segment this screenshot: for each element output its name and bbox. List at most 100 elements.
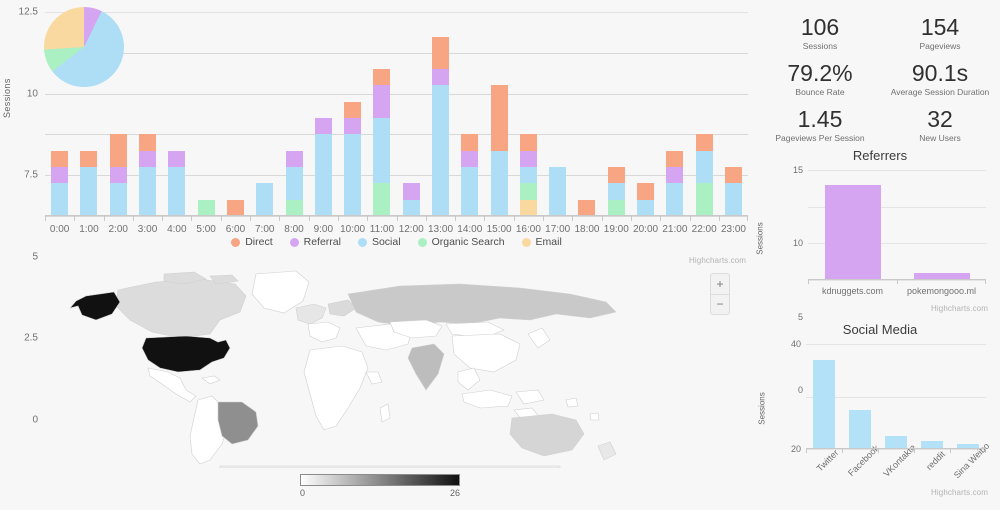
stacked-bar[interactable] <box>724 167 742 216</box>
bar[interactable] <box>813 359 835 449</box>
bar-segment-direct[interactable] <box>607 167 625 184</box>
bar-segment-social[interactable] <box>637 199 655 216</box>
highcharts-credit-social[interactable]: Highcharts.com <box>931 488 988 497</box>
map-zoom-controls[interactable]: + − <box>710 273 730 315</box>
bar-segment-social[interactable] <box>344 134 362 216</box>
map-zoom-in-button[interactable]: + <box>711 274 729 295</box>
bar-segment-social[interactable] <box>51 183 69 216</box>
sessions-by-hour-plot: 0 2.5 5 7.5 10 12.5 0:00 1:00 2:00 3:00 4:00 5:00 6… <box>19 7 749 426</box>
legend-item-email[interactable]: Email <box>521 236 562 248</box>
bar-segment-organic-search[interactable] <box>695 183 713 216</box>
bar-segment-social[interactable] <box>461 167 479 216</box>
world-map[interactable] <box>60 268 700 468</box>
bar-segment-social[interactable] <box>724 183 742 216</box>
stacked-bar[interactable] <box>695 134 713 216</box>
bar-slot: 21:00 <box>660 12 689 235</box>
bar-segment-direct[interactable] <box>578 199 596 216</box>
bar-segment-referral[interactable] <box>285 150 303 168</box>
bar-segment-organic-search[interactable] <box>285 199 303 216</box>
bar-segment-social[interactable] <box>139 167 157 216</box>
bar-segment-social[interactable] <box>432 85 449 216</box>
bar-segment-referral[interactable] <box>51 167 69 184</box>
bar-slot: 7:00 <box>250 12 279 235</box>
bar-segment-direct[interactable] <box>490 85 508 151</box>
bar-slot: 20:00 <box>630 12 660 235</box>
stacked-bar[interactable] <box>256 183 274 216</box>
bar-segment-organic-search[interactable] <box>197 199 215 216</box>
bar-segment-direct[interactable] <box>344 101 362 119</box>
bar-segment-direct[interactable] <box>139 134 157 151</box>
bar-segment-direct[interactable] <box>51 150 69 168</box>
stacked-bar[interactable] <box>519 134 537 216</box>
bar-segment-social[interactable] <box>607 183 625 200</box>
legend-item-referral[interactable]: Referral <box>289 236 341 248</box>
stacked-bar[interactable] <box>666 150 684 216</box>
bar-segment-referral[interactable] <box>461 150 479 168</box>
stacked-bar[interactable] <box>637 183 655 216</box>
legend-item-organic-search[interactable]: Organic Search <box>417 236 505 248</box>
bar-segment-direct[interactable] <box>461 134 479 151</box>
bar-segment-social[interactable] <box>80 167 98 216</box>
bar-segment-social[interactable] <box>402 199 420 216</box>
bar-segment-referral[interactable] <box>519 150 537 168</box>
stacked-bar[interactable] <box>314 118 332 216</box>
stacked-bar[interactable] <box>51 150 69 216</box>
stacked-bar[interactable] <box>607 167 625 216</box>
bar[interactable] <box>824 184 881 280</box>
bar-segment-direct[interactable] <box>637 183 655 200</box>
stacked-bar[interactable] <box>432 36 449 216</box>
bar-segment-referral[interactable] <box>666 167 684 184</box>
bar-segment-social[interactable] <box>519 167 537 184</box>
stacked-bar[interactable] <box>490 85 508 216</box>
bar-segment-referral[interactable] <box>314 118 332 135</box>
bar-segment-referral[interactable] <box>109 167 127 184</box>
stacked-bar[interactable] <box>549 167 567 216</box>
sessions-by-hour-x-axis <box>45 215 748 216</box>
stacked-bar[interactable] <box>139 134 157 216</box>
stacked-bar[interactable] <box>226 199 244 216</box>
stacked-bar[interactable] <box>578 199 596 216</box>
stacked-bar[interactable] <box>373 69 391 216</box>
bar-segment-social[interactable] <box>285 167 303 200</box>
bar-segment-direct[interactable] <box>519 134 537 151</box>
legend-item-direct[interactable]: Direct <box>231 236 273 248</box>
bar-segment-direct[interactable] <box>373 69 391 86</box>
bar-segment-direct[interactable] <box>695 134 713 151</box>
bar-segment-social[interactable] <box>666 183 684 216</box>
stacked-bar[interactable] <box>285 150 303 216</box>
bar-segment-direct[interactable] <box>666 150 684 168</box>
bar-segment-social[interactable] <box>549 167 567 216</box>
bar-segment-social[interactable] <box>109 183 127 216</box>
stacked-bar[interactable] <box>109 134 127 216</box>
bar-segment-direct[interactable] <box>432 36 449 70</box>
bar[interactable] <box>849 409 871 449</box>
bar-segment-referral[interactable] <box>168 150 186 168</box>
bar-segment-referral[interactable] <box>432 69 449 86</box>
bar-segment-social[interactable] <box>256 183 274 216</box>
bar-segment-direct[interactable] <box>226 199 244 216</box>
bar-segment-referral[interactable] <box>373 85 391 119</box>
stacked-bar[interactable] <box>168 150 186 216</box>
map-zoom-out-button[interactable]: − <box>711 295 729 315</box>
bar-segment-email[interactable] <box>519 199 537 216</box>
bar-segment-organic-search[interactable] <box>607 199 625 216</box>
bar-segment-social[interactable] <box>490 150 508 216</box>
bar-segment-social[interactable] <box>168 167 186 216</box>
bar-segment-direct[interactable] <box>724 167 742 184</box>
legend-item-social[interactable]: Social <box>357 236 401 248</box>
stacked-bar[interactable] <box>461 134 479 216</box>
stacked-bar[interactable] <box>80 150 98 216</box>
bar-segment-organic-search[interactable] <box>519 183 537 200</box>
bar-segment-social[interactable] <box>695 150 713 184</box>
bar-segment-social[interactable] <box>314 134 332 216</box>
stacked-bar[interactable] <box>402 183 420 216</box>
stacked-bar[interactable] <box>197 199 215 216</box>
bar-segment-direct[interactable] <box>80 150 98 168</box>
bar-segment-referral[interactable] <box>344 118 362 135</box>
bar-segment-social[interactable] <box>373 118 391 184</box>
bar-segment-referral[interactable] <box>139 150 157 168</box>
bar-segment-organic-search[interactable] <box>373 183 391 216</box>
bar-segment-referral[interactable] <box>402 183 420 200</box>
bar-segment-direct[interactable] <box>109 134 127 168</box>
stacked-bar[interactable] <box>344 101 362 216</box>
